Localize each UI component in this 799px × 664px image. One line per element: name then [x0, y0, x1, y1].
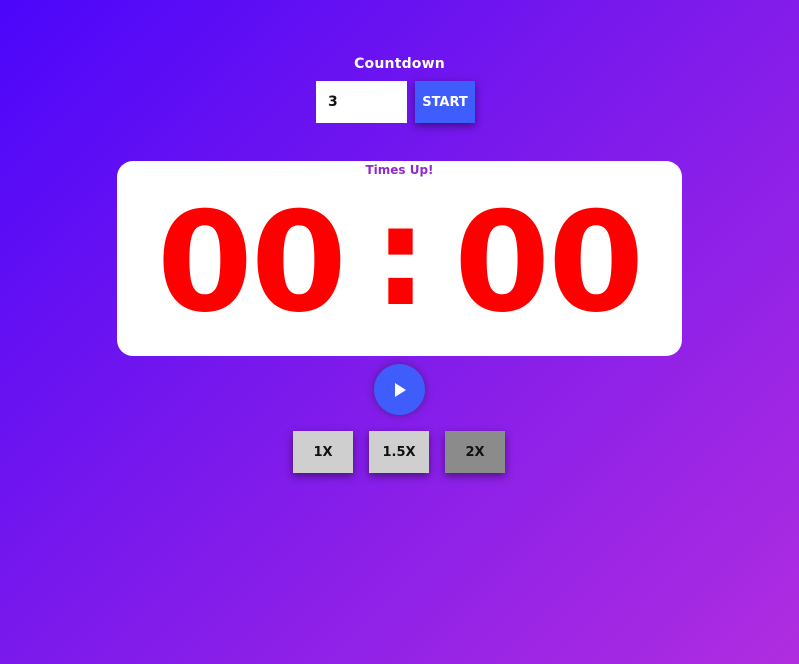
- speed-1-5x-button[interactable]: 1.5X: [369, 431, 429, 473]
- play-icon: [394, 382, 406, 397]
- seconds-display: 00: [454, 182, 644, 343]
- play-button[interactable]: [374, 364, 425, 415]
- timer-digits: 00 : 00: [117, 173, 682, 353]
- page-title: Countdown: [354, 56, 445, 72]
- start-button[interactable]: START: [415, 81, 475, 123]
- minutes-input[interactable]: [316, 81, 407, 123]
- speed-selector: 1X 1.5X 2X: [293, 431, 505, 473]
- timer-display: Times Up! 00 : 00: [117, 161, 682, 356]
- minutes-display: 00: [156, 182, 347, 343]
- countdown-controls: START: [316, 81, 475, 123]
- speed-1x-button[interactable]: 1X: [293, 431, 353, 473]
- time-separator: :: [372, 176, 428, 337]
- speed-2x-button[interactable]: 2X: [445, 431, 505, 473]
